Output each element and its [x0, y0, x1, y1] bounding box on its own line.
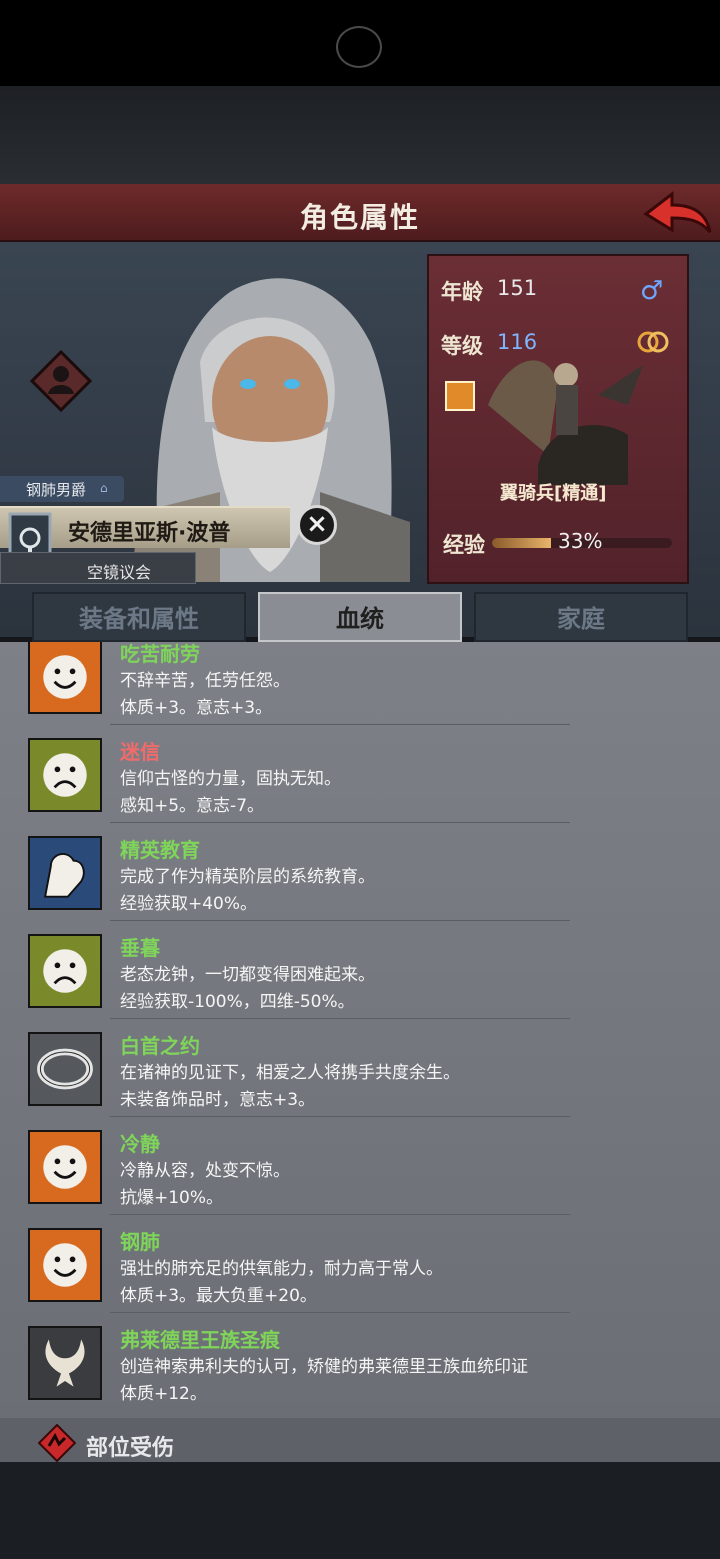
trait-effect: 体质+3。最大负重+20。 [120, 1286, 317, 1306]
divider [110, 1018, 570, 1019]
tab-equipment-attributes[interactable]: 装备和属性 [32, 592, 246, 642]
winged-hussar-art [488, 360, 643, 485]
happy-face-icon [28, 1130, 102, 1204]
trait-name: 精英教育 [120, 838, 200, 862]
flexed-arm-icon [28, 836, 102, 910]
page-title: 角色属性 [299, 201, 420, 234]
divider [110, 1116, 570, 1117]
trait-description: 信仰古怪的力量，固执无知。 [120, 769, 341, 789]
trait-item[interactable]: 迷信 信仰古怪的力量，固执无知。 感知+5。意志-7。 [0, 732, 720, 829]
trait-item[interactable]: 钢肺 强壮的肺充足的供氧能力，耐力高于常人。 体质+3。最大负重+20。 [0, 1222, 720, 1319]
tab-bloodline[interactable]: 血统 [258, 592, 462, 642]
class-emblem-icon[interactable] [30, 350, 92, 412]
trait-description: 冷静从容，处变不惊。 [120, 1161, 290, 1181]
trait-effect: 感知+5。意志-7。 [120, 796, 265, 816]
ring-icon [28, 1032, 102, 1106]
male-gender-icon: ♂ [640, 276, 664, 306]
camera-cutout [336, 26, 382, 68]
bottom-bar [0, 1462, 720, 1559]
trait-item[interactable]: 白首之约 在诸神的见证下，相爱之人将携手共度余生。 未装备饰品时，意志+3。 [0, 1026, 720, 1123]
trait-description: 创造神索弗利夫的认可，矫健的弗莱德里王族血统印证 [120, 1357, 528, 1377]
horned-crest-icon [28, 1326, 102, 1400]
divider [110, 920, 570, 921]
sad-face-icon [28, 738, 102, 812]
trait-name: 迷信 [120, 740, 160, 764]
top-background [0, 86, 720, 184]
trait-description: 老态龙钟，一切都变得困难起来。 [120, 965, 375, 985]
trait-name: 白首之约 [120, 1034, 200, 1058]
injury-icon [38, 1424, 76, 1462]
trait-effect: 经验获取-100%，四维-50%。 [120, 992, 355, 1012]
age-label: 年龄 [441, 280, 483, 304]
trait-name: 钢肺 [120, 1230, 160, 1254]
trait-effect: 未装备饰品时，意志+3。 [120, 1090, 316, 1110]
trait-item[interactable]: 精英教育 完成了作为精英阶层的系统教育。 经验获取+40%。 [0, 830, 720, 927]
trait-description: 强壮的肺充足的供氧能力，耐力高于常人。 [120, 1259, 443, 1279]
unit-name: 翼骑兵[精通] [500, 483, 607, 504]
trait-effect: 体质+12。 [120, 1384, 207, 1404]
divider [110, 1214, 570, 1215]
trait-item[interactable]: 冷静 冷静从容，处变不惊。 抗爆+10%。 [0, 1124, 720, 1221]
exp-label: 经验 [443, 533, 485, 557]
home-icon: ⌂ [100, 481, 108, 495]
trait-effect: 体质+3。意志+3。 [120, 698, 273, 718]
noble-title-label: 钢肺男爵 [26, 481, 87, 499]
trait-item[interactable]: 弗莱德里王族圣痕 创造神索弗利夫的认可，矫健的弗莱德里王族血统印证 体质+12。 [0, 1320, 720, 1417]
character-name: 安德里亚斯·波普 [68, 521, 231, 546]
back-button[interactable] [642, 186, 714, 240]
divider [110, 822, 570, 823]
trait-name: 冷静 [120, 1132, 160, 1156]
happy-face-icon [28, 642, 102, 714]
noble-title-tag[interactable]: 钢肺男爵 ⌂ [0, 476, 124, 502]
level-label: 等级 [441, 334, 483, 358]
unit-class-icon[interactable] [445, 381, 475, 411]
faction-plate[interactable]: 空镜议会 [0, 552, 196, 584]
happy-face-icon [28, 1228, 102, 1302]
exp-value: 33% [558, 529, 603, 553]
divider [110, 724, 570, 725]
status-bar [0, 0, 720, 86]
trait-description: 完成了作为精英阶层的系统教育。 [120, 867, 375, 887]
divider [110, 1312, 570, 1313]
trait-item[interactable]: 吃苦耐劳 不辞辛苦，任劳任怨。 体质+3。意志+3。 [0, 642, 720, 731]
trait-name: 垂暮 [120, 936, 160, 960]
trait-description: 在诸神的见证下，相爱之人将携手共度余生。 [120, 1063, 460, 1083]
title-bar: 角色属性 [0, 184, 720, 242]
trait-effect: 经验获取+40%。 [120, 894, 258, 914]
trait-list[interactable]: 吃苦耐劳 不辞辛苦，任劳任怨。 体质+3。意志+3。 迷信 信仰古怪的力量，固执… [0, 642, 720, 1462]
trait-item[interactable]: 垂暮 老态龙钟，一切都变得困难起来。 经验获取-100%，四维-50%。 [0, 928, 720, 1025]
age-value: 151 [497, 276, 538, 300]
faction-name: 空镜议会 [87, 563, 152, 582]
trait-effect: 抗爆+10%。 [120, 1188, 224, 1208]
tab-family[interactable]: 家庭 [474, 592, 688, 642]
trait-name: 弗莱德里王族圣痕 [120, 1328, 280, 1352]
exp-progress-fill [492, 538, 552, 548]
injury-label: 部位受伤 [86, 1436, 175, 1461]
close-icon[interactable]: × [297, 505, 337, 545]
trait-name: 吃苦耐劳 [120, 642, 200, 666]
sad-face-icon [28, 934, 102, 1008]
back-arrow-icon [643, 190, 712, 233]
trait-description: 不辞辛苦，任劳任怨。 [120, 671, 290, 691]
